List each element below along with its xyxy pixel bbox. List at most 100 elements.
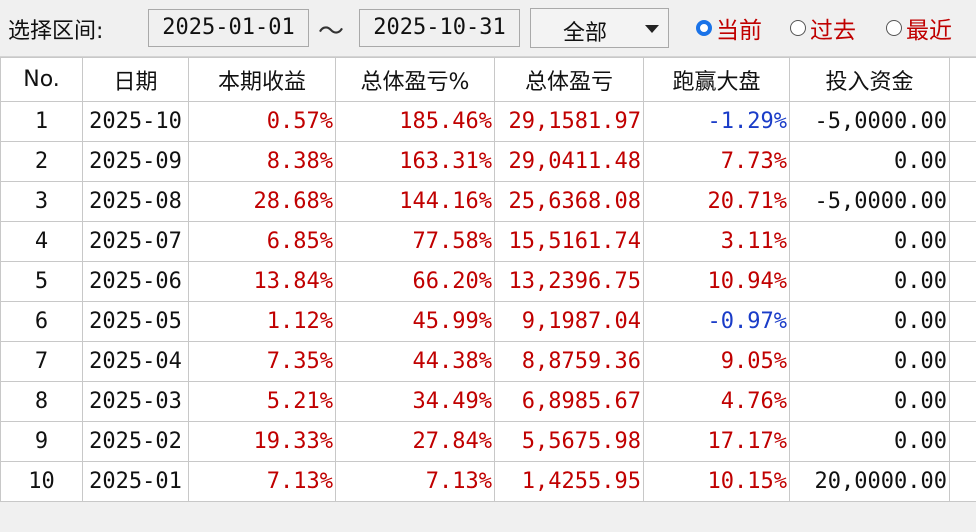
data-grid[interactable]: No. 日期 本期收益 总体盈亏% 总体盈亏 跑赢大盘 投入资金 1 2025-1… [0,57,976,502]
cell-beat-market: 10.15% [643,461,790,502]
cell-extra [949,341,976,382]
cell-invested: -5,0000.00 [789,181,950,222]
cell-total-pct: 77.58% [335,221,495,262]
cell-beat-market: 20.71% [643,181,790,222]
cell-beat-market: 3.11% [643,221,790,262]
cell-total-pl: 29,0411.48 [494,141,644,182]
cell-no: 9 [0,421,83,462]
cell-total-pct: 34.49% [335,381,495,422]
cell-date: 2025-04 [82,341,189,382]
start-date-input[interactable]: 2025-01-01 [148,9,309,47]
cell-date: 2025-03 [82,381,189,422]
radio-unchecked-icon[interactable] [790,20,806,36]
cell-total-pl: 15,5161.74 [494,221,644,262]
cell-date: 2025-10 [82,101,189,142]
cell-total-pct: 45.99% [335,301,495,342]
cell-total-pl: 6,8985.67 [494,381,644,422]
range-separator: ～ [318,17,345,47]
table-row[interactable]: 5 2025-06 13.84% 66.20% 13,2396.75 10.94% 0.00… [0,261,976,302]
scope-select-value: 全部 [563,21,608,46]
cell-extra: 4 [949,261,976,302]
cell-no: 7 [0,341,83,382]
cell-beat-market: -0.97% [643,301,790,342]
cell-total-pl: 25,6368.08 [494,181,644,222]
cell-period-return: 13.84% [188,261,336,302]
cell-invested: 0.00 [789,221,950,262]
status-area [0,502,976,532]
cell-total-pct: 163.31% [335,141,495,182]
cell-period-return: 1.12% [188,301,336,342]
cell-extra [949,461,976,502]
cell-no: 2 [0,141,83,182]
radio-checked-icon[interactable] [696,20,712,36]
cell-extra [949,381,976,422]
cell-no: 3 [0,181,83,222]
radio-past-label: 过去 [810,18,856,44]
table-row[interactable]: 3 2025-08 28.68% 144.16% 25,6368.08 20.71% -5,… [0,181,976,222]
col-header-date[interactable]: 日期 [82,57,189,102]
radio-current[interactable]: 当前 [696,12,762,44]
cell-date: 2025-08 [82,181,189,222]
table-row[interactable]: 1 2025-10 0.57% 185.46% 29,1581.97 -1.29% -5,0… [0,101,976,142]
cell-period-return: 7.35% [188,341,336,382]
cell-total-pct: 7.13% [335,461,495,502]
chevron-down-icon[interactable] [645,25,659,33]
cell-no: 1 [0,101,83,142]
cell-total-pct: 144.16% [335,181,495,222]
cell-beat-market: -1.29% [643,101,790,142]
cell-beat-market: 10.94% [643,261,790,302]
cell-extra: 3 [949,141,976,182]
cell-total-pct: 44.38% [335,341,495,382]
radio-recent-label: 最近 [906,18,952,44]
table-row[interactable]: 42025-076.85%77.58%15,5161.743.11%0.002 [0,221,976,262]
cell-total-pl: 29,1581.97 [494,101,644,142]
col-header-extra[interactable] [949,57,976,102]
radio-unchecked-icon[interactable] [886,20,902,36]
table-row[interactable]: 7 2025-04 7.35% 44.38% 8,8759.36 9.05% 0.00 [0,341,976,382]
cell-date: 2025-01 [82,461,189,502]
cell-extra: 2 [949,221,976,262]
cell-invested: 0.00 [789,421,950,462]
table-row[interactable]: 10 2025-01 7.13% 7.13% 1,4255.95 10.15% 20,000… [0,461,976,502]
cell-date: 2025-02 [82,421,189,462]
radio-past[interactable]: 过去 [790,12,856,44]
cell-total-pct: 66.20% [335,261,495,302]
cell-no: 5 [0,261,83,302]
col-header-total-pct[interactable]: 总体盈亏% [335,57,495,102]
scope-select[interactable]: 全部 [530,8,669,48]
table-row[interactable]: 92025-0219.33%27.84%5,5675.9817.17%0.004 [0,421,976,462]
cell-extra [949,301,976,342]
cell-period-return: 0.57% [188,101,336,142]
cell-beat-market: 4.76% [643,381,790,422]
cell-beat-market: 9.05% [643,341,790,382]
cell-extra [949,101,976,142]
col-header-total-pl[interactable]: 总体盈亏 [494,57,644,102]
radio-recent[interactable]: 最近 [886,12,952,44]
table-row[interactable]: 8 2025-03 5.21% 34.49% 6,8985.67 4.76% 0.00 [0,381,976,422]
cell-period-return: 5.21% [188,381,336,422]
col-header-invested[interactable]: 投入资金 [789,57,950,102]
cell-invested: 0.00 [789,301,950,342]
cell-total-pl: 9,1987.04 [494,301,644,342]
cell-period-return: 6.85% [188,221,336,262]
cell-period-return: 28.68% [188,181,336,222]
cell-date: 2025-09 [82,141,189,182]
cell-no: 10 [0,461,83,502]
cell-invested: 0.00 [789,381,950,422]
table-row[interactable]: 22025-098.38%163.31%29,0411.487.73%0.003 [0,141,976,182]
cell-total-pl: 5,5675.98 [494,421,644,462]
end-date-input[interactable]: 2025-10-31 [359,9,520,47]
col-header-no[interactable]: No. [0,57,83,102]
cell-total-pl: 1,4255.95 [494,461,644,502]
table-row[interactable]: 6 2025-05 1.12% 45.99% 9,1987.04 -0.97% 0.00 [0,301,976,342]
radio-current-label: 当前 [716,18,762,44]
performance-table: No. 日期 本期收益 总体盈亏% 总体盈亏 跑赢大盘 投入资金 1 2025-1… [0,57,976,502]
cell-date: 2025-07 [82,221,189,262]
cell-invested: 0.00 [789,141,950,182]
cell-no: 4 [0,221,83,262]
col-header-period-return[interactable]: 本期收益 [188,57,336,102]
col-header-beat-market[interactable]: 跑赢大盘 [643,57,790,102]
cell-total-pct: 185.46% [335,101,495,142]
cell-date: 2025-06 [82,261,189,302]
cell-invested: 0.00 [789,261,950,302]
